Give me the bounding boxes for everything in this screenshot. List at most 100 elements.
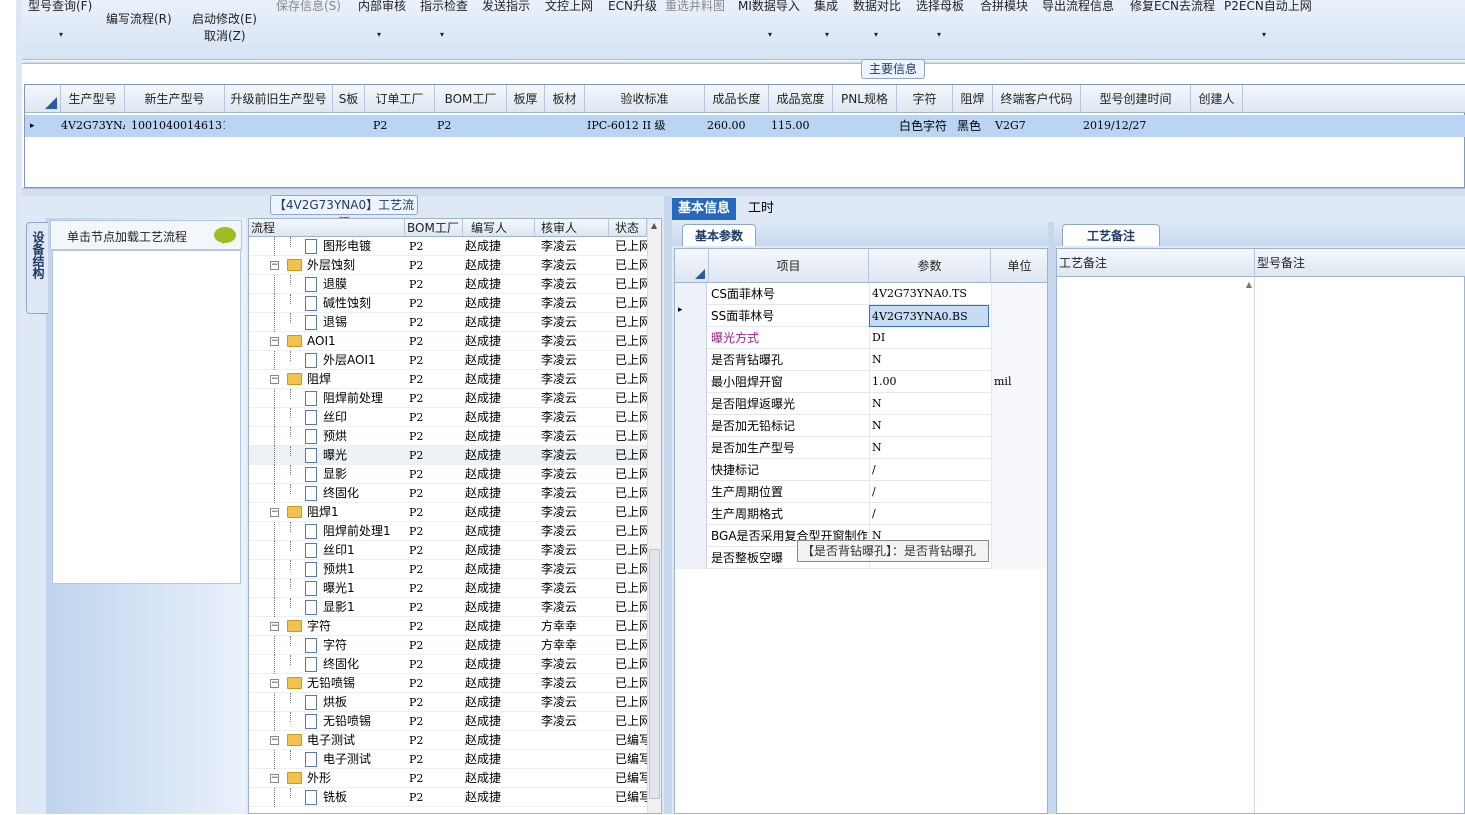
flow-node-label[interactable]: 阻焊前处理 (323, 389, 405, 408)
reselect-panel-drawing-button[interactable]: 重选井料图 (665, 0, 725, 14)
flow-node-label[interactable]: 曝光 (323, 446, 405, 465)
param-value[interactable]: N (869, 437, 989, 459)
param-row-header[interactable] (675, 459, 707, 481)
param-row-header[interactable] (675, 525, 707, 547)
flow-row[interactable]: − 阻焊1 P2 赵成捷 李凌云 已上网 (249, 503, 647, 522)
col-character[interactable]: 字符 (897, 85, 953, 113)
param-row[interactable]: 生产周期位置 / (675, 481, 1047, 503)
cell-old-production-model[interactable] (225, 115, 333, 137)
flow-scrollbar[interactable]: ▲ (647, 219, 661, 813)
model-query-dropdown-icon[interactable]: ▾ (59, 30, 63, 39)
param-row[interactable]: ▸ SS面菲林号 4V2G73YNA0.BS (675, 305, 1047, 327)
flow-node-label[interactable]: 预烘 (323, 427, 405, 446)
flow-row[interactable]: 显影 P2 赵成捷 李凌云 已上网 (249, 465, 647, 484)
flow-node-label[interactable]: 电子测试 (307, 731, 403, 750)
cell-bom-factory[interactable]: P2 (435, 115, 505, 137)
flow-row[interactable]: 外层AOI1 P2 赵成捷 李凌云 已上网 (249, 351, 647, 370)
cell-model-create-time[interactable]: 2019/12/27 (1081, 115, 1191, 137)
flow-row[interactable]: − AOI1 P2 赵成捷 李凌云 已上网 (249, 332, 647, 351)
flow-row[interactable]: 终固化 P2 赵成捷 李凌云 已上网 (249, 484, 647, 503)
flow-row[interactable]: 阻焊前处理1 P2 赵成捷 李凌云 已上网 (249, 522, 647, 541)
param-row[interactable]: 是否加无铅标记 N (675, 415, 1047, 437)
col-reviewer[interactable]: 核审人 (535, 219, 609, 237)
col-s-board[interactable]: S板 (333, 85, 365, 113)
cell-s-board[interactable] (333, 115, 365, 137)
repair-ecn-flow-button[interactable]: 修复ECN去流程 (1130, 0, 1215, 14)
col-acceptance-standard[interactable]: 验收标准 (585, 85, 705, 113)
doc-control-online-button[interactable]: 文控上网 (545, 0, 593, 14)
collapse-icon[interactable]: − (270, 375, 279, 384)
save-info-button[interactable]: 保存信息(S) (276, 0, 341, 14)
p2ecn-auto-online-button[interactable]: P2ECN自动上网 (1224, 0, 1312, 14)
param-value[interactable]: N (869, 415, 989, 437)
flow-node-label[interactable]: 阻焊前处理1 (323, 522, 405, 541)
col-board-material[interactable]: 板材 (545, 85, 585, 113)
param-row-header[interactable] (675, 393, 707, 415)
param-row[interactable]: 曝光方式 DI (675, 327, 1047, 349)
param-value[interactable]: DI (869, 327, 989, 349)
select-master-board-dropdown-icon[interactable]: ▾ (937, 30, 941, 39)
send-instruction-button[interactable]: 发送指示 (482, 0, 530, 14)
col-end-customer-code[interactable]: 终端客户代码 (993, 85, 1081, 113)
col-order-factory[interactable]: 订单工厂 (365, 85, 435, 113)
model-query-button[interactable]: 型号查询(F) (28, 0, 92, 14)
flow-node-label[interactable]: AOI1 (307, 332, 403, 351)
cell-character[interactable]: 白色字符 (897, 115, 953, 137)
col-finished-length[interactable]: 成品长度 (705, 85, 769, 113)
col-creator[interactable]: 创建人 (1191, 85, 1243, 113)
flow-node-label[interactable]: 曝光1 (323, 579, 405, 598)
horizontal-splitter[interactable] (22, 188, 1465, 196)
collapse-icon[interactable]: − (270, 679, 279, 688)
start-edit-button[interactable]: 启动修改(E) (192, 10, 257, 27)
param-row[interactable]: 是否阻焊返曝光 N (675, 393, 1047, 415)
tab-basic-params[interactable]: 基本参数 (682, 224, 757, 246)
scroll-up-icon[interactable]: ▲ (651, 221, 657, 230)
cell-creator[interactable] (1191, 115, 1243, 137)
param-row-header[interactable] (675, 547, 707, 569)
cell-production-model[interactable]: 4V2G73YNA0 (59, 115, 125, 137)
collapse-icon[interactable]: − (270, 774, 279, 783)
flow-node-label[interactable]: 碱性蚀刻 (323, 294, 405, 313)
vertical-splitter-left[interactable] (664, 196, 672, 814)
flow-node-label[interactable]: 阻焊1 (307, 503, 403, 522)
collapse-icon[interactable]: − (270, 736, 279, 745)
col-model-create-time[interactable]: 型号创建时间 (1081, 85, 1191, 113)
flow-row[interactable]: 终固化 P2 赵成捷 李凌云 已上网 (249, 655, 647, 674)
flow-row[interactable]: 退锡 P2 赵成捷 李凌云 已上网 (249, 313, 647, 332)
flow-scrollbar-thumb[interactable] (649, 549, 660, 799)
col-flow[interactable]: 流程 (249, 219, 405, 237)
note-scroll-up-icon[interactable]: ▲ (1246, 280, 1252, 289)
flow-row[interactable]: − 电子测试 P2 赵成捷 已编写 (249, 731, 647, 750)
col-new-production-model[interactable]: 新生产型号 (125, 85, 225, 113)
flow-row[interactable]: 丝印 P2 赵成捷 李凌云 已上网 (249, 408, 647, 427)
flow-node-label[interactable]: 丝印 (323, 408, 405, 427)
param-row-header[interactable] (675, 481, 707, 503)
flow-node-label[interactable]: 电子测试 (323, 750, 405, 769)
col-bom-factory[interactable]: BOM工厂 (435, 85, 507, 113)
cell-board-material[interactable] (545, 115, 585, 137)
flow-row[interactable]: 无铅喷锡 P2 赵成捷 李凌云 已上网 (249, 712, 647, 731)
params-corner[interactable] (675, 249, 709, 283)
param-row-header[interactable] (675, 503, 707, 525)
flow-row[interactable]: 显影1 P2 赵成捷 李凌云 已上网 (249, 598, 647, 617)
flow-node-label[interactable]: 显影 (323, 465, 405, 484)
flow-row[interactable]: 退膜 P2 赵成捷 李凌云 已上网 (249, 275, 647, 294)
flow-node-label[interactable]: 外层蚀刻 (307, 256, 403, 275)
col-flow-bom-factory[interactable]: BOM工厂 (405, 219, 463, 237)
param-row-header[interactable] (675, 437, 707, 459)
flow-node-label[interactable]: 退膜 (323, 275, 405, 294)
collapse-icon[interactable]: − (270, 261, 279, 270)
mi-data-import-dropdown-icon[interactable]: ▾ (768, 30, 772, 39)
cell-new-production-model[interactable]: 10010400146131 (129, 115, 225, 137)
param-row[interactable]: 生产周期格式 / (675, 503, 1047, 525)
cell-acceptance-standard[interactable]: IPC-6012 II 级 (585, 115, 705, 137)
flow-row[interactable]: 丝印1 P2 赵成捷 李凌云 已上网 (249, 541, 647, 560)
process-note-textarea[interactable]: ▲ (1057, 277, 1255, 815)
param-row-header[interactable]: ▸ (675, 305, 707, 327)
cell-finished-length[interactable]: 260.00 (705, 115, 769, 137)
param-row-header[interactable] (675, 327, 707, 349)
flow-node-label[interactable]: 终固化 (323, 655, 405, 674)
param-row[interactable]: 快捷标记 / (675, 459, 1047, 481)
flow-row[interactable]: 字符 P2 赵成捷 方幸幸 已上网 (249, 636, 647, 655)
flow-row[interactable]: 阻焊前处理 P2 赵成捷 李凌云 已上网 (249, 389, 647, 408)
